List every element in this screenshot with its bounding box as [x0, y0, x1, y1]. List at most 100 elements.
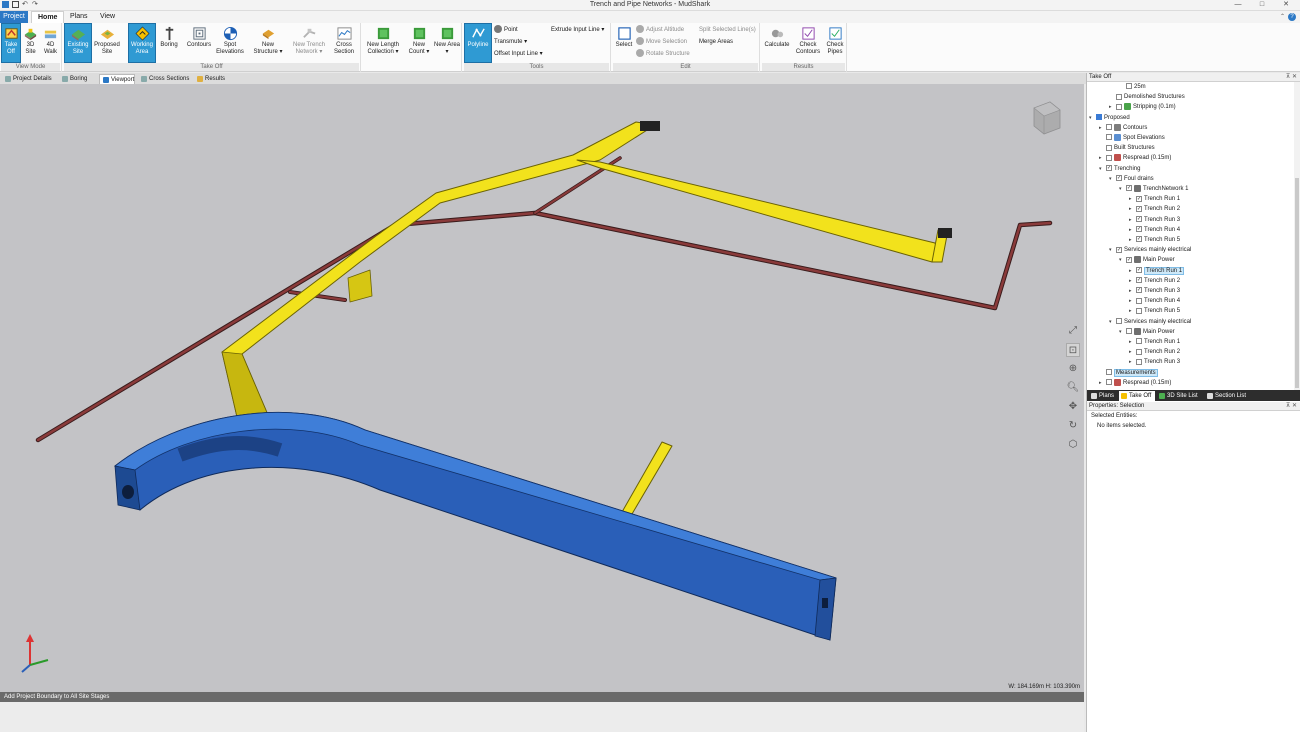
tree-item[interactable]: ▸ Trench Run 5 [1129, 306, 1180, 316]
tree-checkbox[interactable] [1126, 328, 1132, 335]
3d-site-button[interactable]: 3D Site [21, 24, 40, 62]
boring-button[interactable]: Boring [158, 24, 180, 62]
expand-arrow-icon[interactable]: ▸ [1129, 266, 1136, 276]
expand-arrow-icon[interactable]: ▾ [1119, 327, 1126, 337]
tree-checkbox[interactable] [1106, 144, 1112, 151]
select-button[interactable]: Select [614, 24, 634, 62]
tree-checkbox[interactable]: ✓ [1136, 195, 1142, 202]
tab-take-off-panel[interactable]: Take Off [1119, 391, 1155, 401]
tree-item[interactable]: ▸ Contours [1099, 123, 1147, 133]
tab-cross-sections[interactable]: Cross Sections [138, 74, 190, 84]
tree-item[interactable]: ▾ ✓ Foul drains [1109, 174, 1154, 184]
tree-item[interactable]: ▸ ✓ Trench Run 1 [1129, 266, 1185, 276]
pan-icon[interactable]: ✥ [1066, 400, 1080, 414]
expand-arrow-icon[interactable]: ▾ [1099, 164, 1106, 174]
close-button[interactable]: ✕ [1274, 0, 1298, 10]
tree-checkbox[interactable]: ✓ [1136, 267, 1142, 274]
tree-checkbox[interactable] [1136, 338, 1142, 345]
transmute-button[interactable]: Transmute ▾ [494, 37, 527, 48]
tree-item[interactable]: ▸ Trench Run 4 [1129, 296, 1180, 306]
tree-checkbox[interactable] [1106, 124, 1112, 131]
zoom-window-icon[interactable]: ⊡ [1066, 343, 1080, 357]
contours-button[interactable]: Contours [186, 24, 212, 62]
tree-item[interactable]: ▾ ✓ Main Power [1119, 255, 1175, 265]
expand-arrow-icon[interactable]: ▸ [1129, 204, 1136, 214]
tree-item[interactable]: ▸ ✓ Trench Run 1 [1129, 194, 1180, 204]
tree-checkbox[interactable] [1106, 379, 1112, 386]
pin-icon[interactable]: ⊼ ✕ [1286, 73, 1297, 82]
tree-checkbox[interactable]: ✓ [1126, 185, 1132, 192]
tab-plans-panel[interactable]: Plans [1089, 391, 1117, 401]
move-selection-button[interactable]: Move Selection [636, 37, 687, 48]
offset-input-line-button[interactable]: Offset Input Line ▾ [494, 49, 543, 60]
site-3d-scene[interactable] [0, 84, 1084, 692]
tree-item[interactable]: 25m [1119, 82, 1146, 92]
polyline-button[interactable]: Polyline [464, 23, 492, 63]
tree-item[interactable]: ▾ Services mainly electrical [1109, 317, 1191, 327]
tree-checkbox[interactable]: ✓ [1136, 277, 1142, 284]
tree-checkbox[interactable] [1106, 134, 1112, 141]
tree-checkbox[interactable]: ✓ [1116, 246, 1122, 253]
tree-item[interactable]: ▸ Trench Run 1 [1129, 337, 1180, 347]
new-count-button[interactable]: New Count ▾ [406, 24, 432, 62]
zoom-region-icon[interactable]: ⊕ [1066, 362, 1080, 376]
tree-checkbox[interactable]: ✓ [1136, 205, 1142, 212]
check-contours-button[interactable]: Check Contours [794, 24, 822, 62]
ribbon-collapse-icon[interactable]: ⌃ [1280, 13, 1285, 20]
fit-icon[interactable]: ⤢ [1066, 324, 1080, 338]
expand-arrow-icon[interactable]: ▸ [1129, 347, 1136, 357]
tree-checkbox[interactable] [1106, 369, 1112, 376]
3d-viewport[interactable]: ⤢ ⊡ ⊕ 🔍︎ ✥ ↻ ⬡ W: 184.169m H: 103.390m [0, 84, 1084, 692]
new-structure-button[interactable]: New Structure ▾ [251, 24, 285, 62]
tree-checkbox[interactable] [1126, 83, 1132, 90]
maximize-button[interactable]: □ [1250, 0, 1274, 10]
tree-item[interactable]: ▸ ✓ Trench Run 4 [1129, 225, 1180, 235]
merge-areas-button[interactable]: Merge Areas [699, 37, 733, 48]
tree-checkbox[interactable] [1136, 348, 1142, 355]
help-icon[interactable]: ? [1288, 13, 1296, 21]
expand-arrow-icon[interactable]: ▾ [1119, 184, 1126, 194]
tree-item[interactable]: ▾ ✓ Services mainly electrical [1109, 245, 1191, 255]
tree-item[interactable]: Demolished Structures [1109, 92, 1185, 102]
expand-arrow-icon[interactable]: ▾ [1109, 317, 1116, 327]
tree-item[interactable]: ▸ ✓ Trench Run 3 [1129, 215, 1180, 225]
rotate-structure-button[interactable]: Rotate Structure [636, 49, 690, 60]
extrude-input-line-button[interactable]: Extrude Input Line ▾ [551, 25, 604, 36]
tree-item[interactable]: ▸ Respread (0.15m) [1099, 378, 1171, 388]
tree-checkbox[interactable]: ✓ [1136, 216, 1142, 223]
expand-arrow-icon[interactable]: ▸ [1129, 194, 1136, 204]
tab-project[interactable]: Project [0, 11, 28, 23]
adjust-altitude-button[interactable]: Adjust Altitude [636, 25, 684, 36]
new-trench-network-button[interactable]: New Trench Network ▾ [290, 24, 328, 62]
tree-checkbox[interactable] [1136, 307, 1142, 314]
tree-checkbox[interactable] [1136, 297, 1142, 304]
tab-3d-site-list[interactable]: 3D Site List [1157, 391, 1203, 401]
tab-project-details[interactable]: Project Details [2, 74, 57, 84]
tree-checkbox[interactable] [1106, 154, 1112, 161]
new-area-button[interactable]: New Area ▾ [434, 24, 460, 62]
tree-item[interactable]: Measurements [1099, 368, 1158, 378]
tree-checkbox[interactable]: ✓ [1136, 226, 1142, 233]
expand-arrow-icon[interactable]: ▸ [1109, 102, 1116, 112]
tree-checkbox[interactable]: ✓ [1136, 236, 1142, 243]
take-off-button[interactable]: Take Off [1, 23, 21, 63]
expand-arrow-icon[interactable]: ▸ [1099, 123, 1106, 133]
working-area-button[interactable]: Working Area [128, 23, 156, 63]
tree-checkbox[interactable] [1116, 93, 1122, 100]
pipe-network[interactable] [35, 156, 1053, 443]
tree-item[interactable]: ▾ ✓ Trenching [1099, 164, 1140, 174]
proposed-site-button[interactable]: Proposed Site [93, 24, 121, 62]
expand-arrow-icon[interactable]: ▸ [1129, 357, 1136, 367]
new-length-collection-button[interactable]: New Length Collection ▾ [364, 24, 402, 62]
tab-view[interactable]: View [94, 11, 121, 23]
expand-arrow-icon[interactable]: ▸ [1129, 296, 1136, 306]
view-cube[interactable] [1033, 101, 1061, 135]
tree-checkbox[interactable]: ✓ [1126, 256, 1132, 263]
tree-item[interactable]: ▸ Trench Run 3 [1129, 357, 1180, 367]
expand-arrow-icon[interactable]: ▸ [1099, 378, 1106, 388]
tree-item[interactable]: ▸ Trench Run 2 [1129, 347, 1180, 357]
tree-checkbox[interactable] [1116, 103, 1122, 110]
existing-site-button[interactable]: Existing Site [64, 23, 92, 63]
tree-item[interactable]: ▸ Stripping (0.1m) [1109, 102, 1176, 112]
point-button[interactable]: Point [494, 25, 518, 36]
